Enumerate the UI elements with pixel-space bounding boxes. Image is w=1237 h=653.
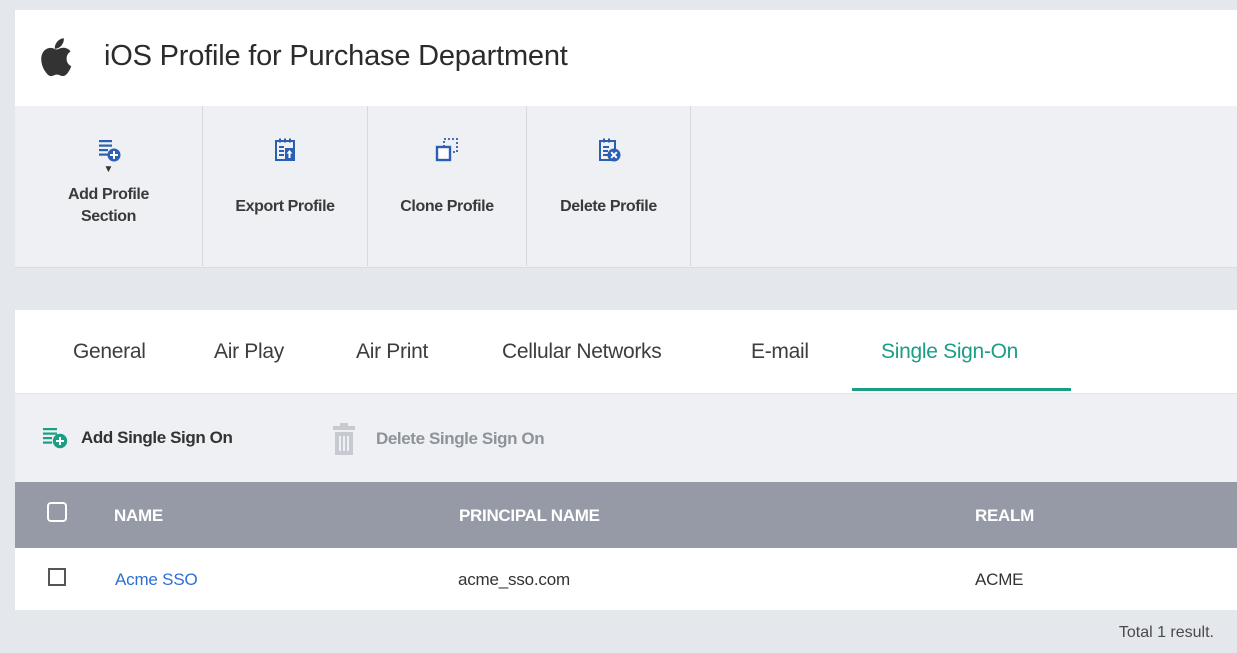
active-tab-indicator	[852, 388, 1071, 391]
clone-icon	[435, 138, 458, 162]
clone-profile-button[interactable]: Clone Profile	[368, 106, 527, 266]
column-header-realm[interactable]: REALM	[975, 506, 1034, 526]
table-row: Acme SSO acme_sso.com ACME	[15, 548, 1237, 610]
tab-air-play[interactable]: Air Play	[214, 340, 284, 364]
add-profile-section-label-line1: Add Profile	[68, 186, 149, 203]
sso-name-link[interactable]: Acme SSO	[115, 570, 198, 590]
tab-cellular-networks[interactable]: Cellular Networks	[502, 340, 662, 364]
section-action-bar: Add Single Sign On Delete Single Sign On	[15, 394, 1237, 482]
table-footer: Total 1 result.	[15, 610, 1237, 653]
export-icon	[275, 138, 295, 161]
profile-toolbar: ▼ Add Profile Section Export Profile Clo…	[15, 106, 1237, 268]
add-profile-section-label: Add Profile Section	[68, 184, 149, 228]
trash-icon	[333, 423, 355, 455]
title-bar: iOS Profile for Purchase Department	[15, 10, 1237, 106]
tab-air-print[interactable]: Air Print	[356, 340, 428, 364]
add-profile-section-button[interactable]: ▼ Add Profile Section	[15, 106, 203, 266]
table-header: NAME PRINCIPAL NAME REALM	[15, 482, 1237, 548]
profile-window: iOS Profile for Purchase Department ▼ Ad…	[15, 10, 1237, 653]
delete-profile-label: Delete Profile	[560, 198, 657, 215]
apple-icon	[41, 38, 72, 77]
add-list-icon	[43, 428, 68, 449]
principal-name-cell: acme_sso.com	[458, 570, 570, 589]
export-profile-button[interactable]: Export Profile	[203, 106, 368, 266]
tab-general[interactable]: General	[73, 340, 146, 364]
delete-profile-button[interactable]: Delete Profile	[527, 106, 691, 266]
delete-single-sign-on-button[interactable]: Delete Single Sign On	[331, 422, 545, 456]
page-title: iOS Profile for Purchase Department	[104, 40, 568, 72]
clone-profile-label: Clone Profile	[400, 198, 494, 215]
add-single-sign-on-button[interactable]: Add Single Sign On	[42, 427, 233, 449]
section-tabs: General Air Play Air Print Cellular Netw…	[15, 310, 1237, 394]
column-header-principal-name[interactable]: PRINCIPAL NAME	[459, 506, 600, 526]
chevron-down-icon: ▼	[103, 164, 114, 175]
row-checkbox[interactable]	[48, 568, 66, 586]
add-list-icon	[98, 140, 120, 162]
tab-email[interactable]: E-mail	[751, 340, 809, 364]
realm-cell: ACME	[975, 570, 1024, 589]
export-profile-label: Export Profile	[235, 198, 335, 215]
select-all-checkbox[interactable]	[47, 502, 67, 522]
delete-document-icon	[598, 138, 620, 162]
total-results: Total 1 result.	[1118, 624, 1214, 641]
delete-single-sign-on-label: Delete Single Sign On	[376, 429, 545, 448]
tab-single-sign-on[interactable]: Single Sign-On	[881, 340, 1018, 364]
add-profile-section-label-line2: Section	[81, 208, 136, 225]
column-header-name[interactable]: NAME	[114, 506, 163, 526]
add-single-sign-on-label: Add Single Sign On	[81, 428, 233, 447]
